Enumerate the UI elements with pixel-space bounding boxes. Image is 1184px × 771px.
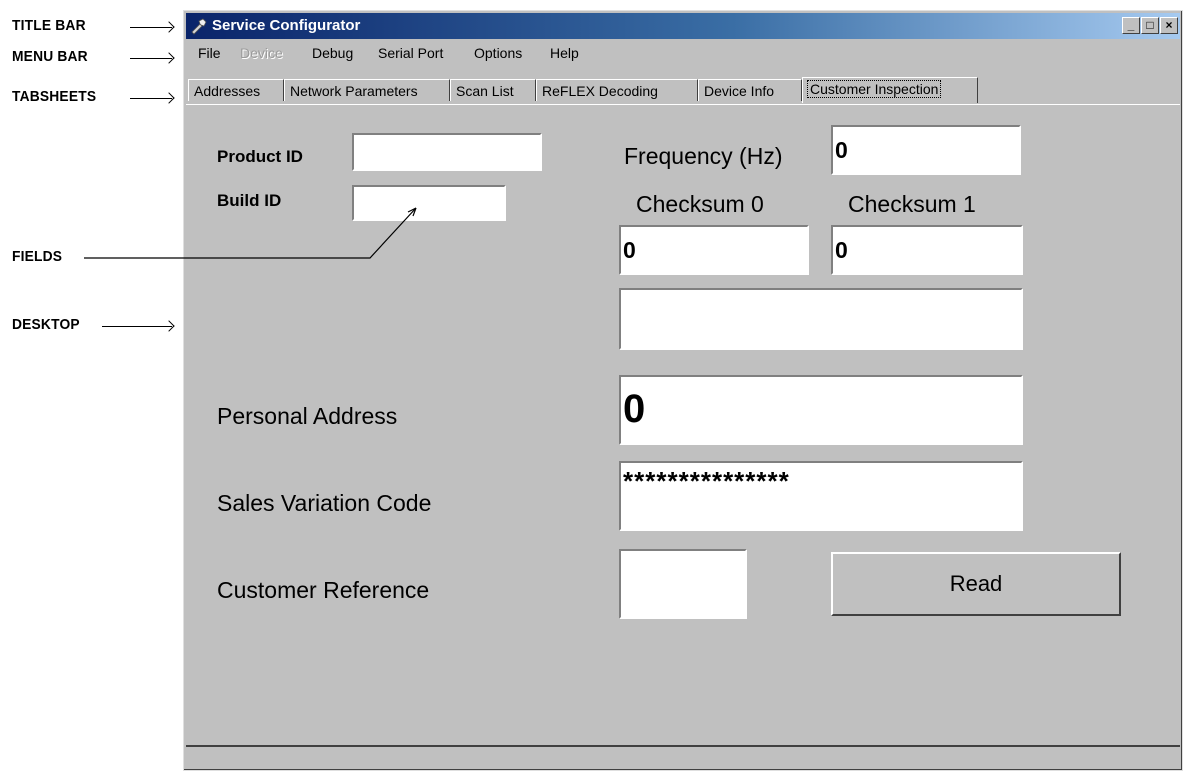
tab-customer-inspection-label: Customer Inspection <box>806 80 942 98</box>
tab-customer-inspection[interactable]: Customer Inspection <box>802 77 978 103</box>
fields-pointer <box>84 207 417 259</box>
